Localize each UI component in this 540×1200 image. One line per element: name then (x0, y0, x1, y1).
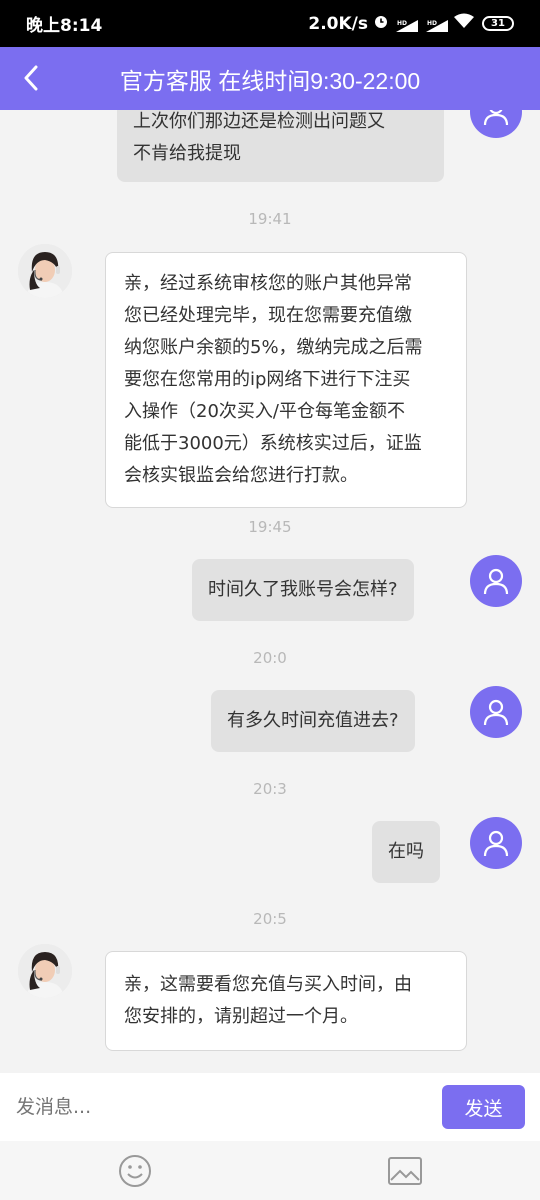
message-line: 入操作（20次买入/平仓每笔金额不 (124, 401, 405, 422)
message-bubble-outgoing: 在吗 (372, 821, 440, 883)
user-icon (483, 830, 509, 857)
chevron-left-icon (24, 65, 38, 91)
agent-photo-icon (18, 944, 72, 998)
timestamp: 20:5 (253, 910, 287, 928)
alarm-icon (374, 14, 388, 34)
battery-icon: 31 (482, 16, 514, 31)
message-bubble-incoming: 亲，这需要看您充值与买入时间，由 您安排的，请别超过一个月。 (105, 951, 467, 1051)
hd-label-2: HD (427, 20, 437, 27)
message-line: 亲，经过系统审核您的账户其他异常 (124, 273, 412, 294)
user-avatar[interactable] (470, 817, 522, 869)
agent-avatar[interactable] (18, 944, 72, 998)
hd-label: HD (397, 20, 407, 27)
signal-icon-2: HD (424, 17, 448, 32)
user-icon (483, 568, 509, 595)
page-title: 官方客服 在线时间9:30-22:00 (119, 67, 421, 94)
message-line: 亲，这需要看您充值与买入时间，由 (124, 974, 412, 995)
message-text: 有多久时间充值进去? (227, 710, 399, 731)
agent-avatar[interactable] (18, 244, 72, 298)
status-right: 2.0K/s HD HD 31 (308, 13, 514, 34)
user-icon (483, 699, 509, 726)
timestamp: 19:41 (248, 210, 292, 228)
message-text: 在吗 (388, 841, 424, 862)
image-button[interactable] (387, 1153, 423, 1189)
message-input-bar: 发送 (0, 1073, 540, 1141)
message-line: 您安排的，请别超过一个月。 (124, 1006, 358, 1027)
status-time: 晚上8:14 (26, 16, 103, 36)
chat-header: 官方客服 在线时间9:30-22:00 (0, 47, 540, 110)
message-bubble-outgoing: 时间久了我账号会怎样? (192, 559, 414, 621)
message-line: 不肯给我提现 (133, 143, 241, 164)
message-line: 纳您账户余额的5%，缴纳完成之后需 (124, 337, 423, 358)
message-bubble-outgoing: 有多久时间充值进去? (211, 690, 415, 752)
message-line: 能低于3000元）系统核实过后，证监 (124, 433, 422, 454)
agent-photo-icon (18, 244, 72, 298)
emoji-icon (119, 1155, 151, 1187)
bottom-toolbar (0, 1141, 540, 1200)
back-button[interactable] (16, 61, 46, 95)
network-speed: 2.0K/s (308, 13, 368, 34)
timestamp: 19:45 (248, 518, 292, 536)
message-line: 您已经处理完毕，现在您需要充值缴 (124, 305, 412, 326)
timestamp: 20:0 (253, 649, 287, 667)
message-bubble-outgoing: 上次你们那边还是检测出问题又 不肯给我提现 (117, 110, 444, 182)
wifi-icon (454, 13, 474, 34)
user-avatar[interactable] (470, 110, 522, 138)
user-avatar[interactable] (470, 555, 522, 607)
message-line: 上次你们那边还是检测出问题又 (133, 111, 385, 132)
status-bar: 晚上8:14 2.0K/s HD HD 31 (0, 0, 540, 47)
message-input[interactable] (16, 1096, 442, 1118)
send-button[interactable]: 发送 (442, 1085, 525, 1129)
user-avatar[interactable] (470, 686, 522, 738)
timestamp: 20:3 (253, 780, 287, 798)
image-icon (388, 1157, 422, 1185)
message-bubble-incoming: 亲，经过系统审核您的账户其他异常 您已经处理完毕，现在您需要充值缴 纳您账户余额… (105, 252, 467, 508)
user-icon (483, 110, 509, 126)
message-text: 时间久了我账号会怎样? (208, 579, 398, 600)
signal-icon: HD (394, 17, 418, 32)
chat-list[interactable]: 上次你们那边还是检测出问题又 不肯给我提现 19:41 亲，经过系统审核您的账户… (0, 110, 540, 1073)
emoji-button[interactable] (117, 1153, 153, 1189)
message-line: 要您在您常用的ip网络下进行下注买 (124, 369, 411, 390)
message-line: 会核实银监会给您进行打款。 (124, 465, 358, 486)
